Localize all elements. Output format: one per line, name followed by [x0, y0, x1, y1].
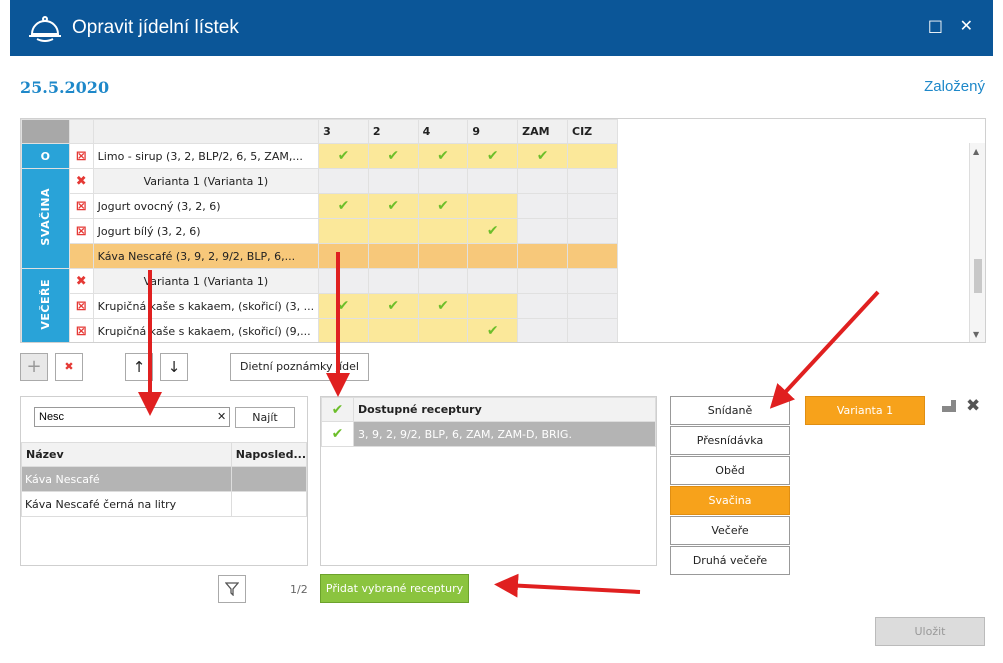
check-icon[interactable]: ✔ — [338, 298, 350, 314]
column-header[interactable]: Název — [21, 442, 232, 467]
dish-name: Krupičná kaše s kakaem, (skořicí) (3, ..… — [92, 293, 320, 319]
meal-button[interactable]: Snídaně — [670, 396, 790, 425]
variant-button[interactable]: Varianta 1 — [805, 396, 925, 425]
table-row[interactable]: O ⊠ Limo - sirup (3, 2, BLP/2, 6, 5, ZAM… — [21, 143, 985, 169]
add-button[interactable]: + — [20, 353, 48, 381]
check-icon[interactable]: ✔ — [437, 198, 449, 214]
table-row-selected[interactable]: Káva Nescafé (3, 9, 2, 9/2, BLP, 6,... — [22, 243, 985, 269]
meal-button[interactable]: Druhá večeře — [670, 546, 790, 575]
move-down-button[interactable]: ↓ — [160, 353, 188, 381]
scroll-up-icon[interactable]: ▲ — [973, 147, 979, 156]
check-icon[interactable]: ✔ — [387, 148, 399, 164]
delete-icon[interactable]: ⊠ — [76, 199, 87, 214]
scroll-down-icon[interactable]: ▼ — [973, 330, 979, 339]
grid-corner — [21, 119, 70, 144]
list-item-selected[interactable]: Káva Nescafé — [21, 466, 308, 492]
table-row[interactable]: ⊠ Jogurt bílý (3, 2, 6) ✔ — [22, 218, 985, 244]
category-label: SVAČINA — [21, 168, 70, 269]
column-header[interactable]: ZAM — [517, 119, 568, 144]
variant-name: Varianta 1 (Varianta 1) — [92, 168, 320, 194]
delete-icon[interactable]: ⊠ — [76, 299, 87, 314]
search-panel: ✕ Najít Název Naposled... Káva Nescafé K… — [20, 396, 308, 566]
check-icon[interactable]: ✔ — [387, 198, 399, 214]
menu-date: 25.5.2020 — [20, 78, 110, 97]
column-header[interactable]: 4 — [417, 119, 469, 144]
filter-button[interactable] — [218, 575, 246, 603]
dish-name: Jogurt bílý (3, 2, 6) — [92, 218, 320, 244]
check-icon[interactable]: ✔ — [338, 148, 350, 164]
dish-name: Krupičná kaše s kakaem, (skořicí) (9,... — [92, 318, 320, 342]
column-header[interactable]: Naposled... — [230, 442, 308, 467]
check-icon[interactable]: ✔ — [338, 198, 350, 214]
maximize-button[interactable]: □ — [928, 16, 943, 35]
check-icon[interactable]: ✔ — [537, 148, 549, 164]
delete-variant-icon[interactable]: ✖ — [966, 396, 980, 416]
check-icon[interactable]: ✔ — [332, 426, 344, 442]
meal-button-active[interactable]: Svačina — [670, 486, 790, 515]
check-icon[interactable]: ✔ — [437, 148, 449, 164]
status-link[interactable]: Založený — [924, 78, 985, 95]
title-bar: Opravit jídelní lístek □ ✕ — [10, 0, 993, 56]
delete-icon[interactable]: ⊠ — [76, 149, 87, 164]
page-indicator: 1/2 — [290, 583, 308, 596]
dish-name: Káva Nescafé (3, 9, 2, 9/2, BLP, 6,... — [92, 243, 320, 269]
recipes-panel: ✔ Dostupné receptury ✔ 3, 9, 2, 9/2, BLP… — [320, 396, 657, 566]
table-row[interactable]: VEČEŘE ✖ Varianta 1 (Varianta 1) — [21, 268, 985, 342]
dish-name: Limo - sirup (3, 2, BLP/2, 6, 5, ZAM,... — [92, 143, 320, 169]
column-header[interactable]: 3 — [318, 119, 369, 144]
column-header: Dostupné receptury — [353, 397, 656, 422]
check-icon[interactable]: ✔ — [487, 223, 499, 239]
remove-button[interactable]: ✖ — [55, 353, 83, 381]
filter-icon — [224, 582, 240, 597]
recipe-row[interactable]: ✔ 3, 9, 2, 9/2, BLP, 6, ZAM, ZAM-D, BRIG… — [321, 421, 656, 447]
scroll-thumb[interactable] — [974, 259, 982, 293]
find-button[interactable]: Najít — [235, 407, 295, 428]
add-recipes-button[interactable]: Přidat vybrané receptury — [320, 574, 469, 603]
table-row[interactable]: ⊠ Krupičná kaše s kakaem, (skořicí) (3, … — [22, 293, 985, 319]
table-row[interactable]: SVAČINA ✖ Varianta 1 (Varianta 1) — [21, 168, 985, 269]
category-label: O — [21, 143, 70, 169]
menu-grid: 3 2 4 9 ZAM CIZ O ⊠ Limo - sirup (3, 2, … — [20, 118, 986, 343]
diet-notes-button[interactable]: Dietní poznámky jídel — [230, 353, 369, 381]
check-all-icon[interactable]: ✔ — [332, 402, 344, 418]
meal-button[interactable]: Přesnídávka — [670, 426, 790, 455]
check-icon[interactable]: ✔ — [487, 323, 499, 339]
check-icon[interactable]: ✔ — [387, 298, 399, 314]
search-input[interactable] — [34, 407, 230, 427]
table-row[interactable]: ⊠ Krupičná kaše s kakaem, (skořicí) (9,.… — [22, 318, 985, 342]
dish-name: Jogurt ovocný (3, 2, 6) — [92, 193, 320, 219]
table-row[interactable]: ⊠ Jogurt ovocný (3, 2, 6) ✔ ✔ ✔ — [22, 193, 985, 219]
serving-dish-icon — [29, 16, 61, 42]
delete-icon[interactable]: ⊠ — [76, 324, 87, 339]
column-header[interactable]: CIZ — [567, 119, 618, 144]
check-icon[interactable]: ✔ — [487, 148, 499, 164]
variant-name: Varianta 1 (Varianta 1) — [92, 268, 320, 294]
move-up-button[interactable]: ↑ — [125, 353, 153, 381]
delete-icon[interactable]: ✖ — [76, 274, 87, 289]
delete-icon[interactable]: ⊠ — [76, 224, 87, 239]
save-button[interactable]: Uložit — [875, 617, 985, 646]
edit-variant-icon[interactable] — [940, 398, 958, 414]
close-button[interactable]: ✕ — [960, 16, 973, 35]
delete-icon[interactable]: ✖ — [76, 174, 87, 189]
vertical-scrollbar[interactable]: ▲ ▼ — [969, 143, 985, 342]
column-header[interactable]: 9 — [467, 119, 519, 144]
clear-icon[interactable]: ✕ — [217, 410, 226, 423]
meal-button[interactable]: Oběd — [670, 456, 790, 485]
check-icon[interactable]: ✔ — [437, 298, 449, 314]
category-label: VEČEŘE — [21, 268, 70, 342]
column-header[interactable]: 2 — [367, 119, 419, 144]
list-item[interactable]: Káva Nescafé černá na litry — [21, 491, 308, 517]
meal-button[interactable]: Večeře — [670, 516, 790, 545]
window-title: Opravit jídelní lístek — [72, 17, 239, 38]
